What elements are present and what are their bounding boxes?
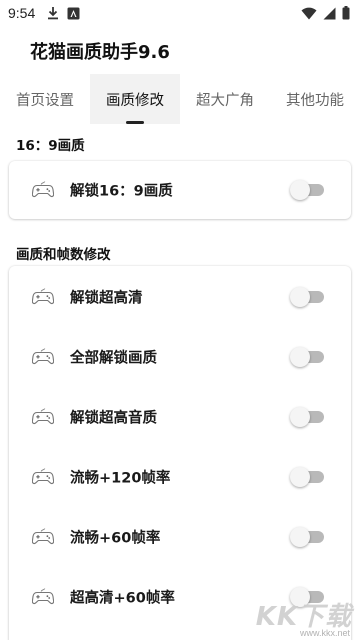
app-title: 花猫画质助手9.6 (30, 42, 170, 63)
gamepad-icon (31, 288, 55, 306)
switch-thumb (290, 407, 310, 427)
setting-label: 流畅+60帧率 (70, 530, 161, 547)
setting-row[interactable]: 解锁超高清 (9, 267, 351, 327)
setting-row[interactable]: 流畅+60帧率 (9, 507, 351, 567)
app-notification-icon (67, 7, 80, 20)
switch-thumb (290, 467, 310, 487)
switch-thumb (290, 527, 310, 547)
gamepad-icon (31, 408, 55, 426)
gamepad-icon (31, 528, 55, 546)
wifi-icon (301, 7, 317, 20)
setting-label: 超高清+60帧率 (70, 590, 175, 607)
tab-home-settings[interactable]: 首页设置 (0, 74, 90, 124)
settings-card-16-9: 解锁16：9画质 (9, 161, 351, 219)
setting-label: 解锁超高清 (70, 290, 143, 307)
watermark-url: www.kkx.net (299, 628, 350, 638)
switch-thumb (290, 347, 310, 367)
switch-thumb (290, 287, 310, 307)
tab-wide-angle[interactable]: 超大广角 (180, 74, 270, 124)
tab-other-functions[interactable]: 其他功能 (270, 74, 360, 124)
setting-row[interactable]: 流畅+120帧率 (9, 447, 351, 507)
section-title-16-9: 16：9画质 (16, 138, 85, 154)
setting-label: 流畅+120帧率 (70, 470, 171, 487)
status-time: 9:54 (8, 5, 36, 21)
download-icon (47, 6, 59, 20)
cellular-signal-icon (323, 7, 336, 20)
setting-label: 解锁16：9画质 (70, 183, 173, 200)
gamepad-icon (31, 181, 55, 199)
setting-row[interactable]: 全部解锁画质 (9, 327, 351, 387)
toggle-switch[interactable] (290, 527, 326, 547)
status-icons-right (301, 6, 350, 20)
toggle-switch[interactable] (290, 287, 326, 307)
battery-icon (342, 6, 350, 20)
toggle-switch[interactable] (290, 180, 326, 200)
tab-label: 其他功能 (286, 92, 344, 109)
tab-label: 超大广角 (196, 92, 254, 109)
gamepad-icon (31, 468, 55, 486)
setting-label: 全部解锁画质 (70, 350, 157, 367)
tab-quality-modify[interactable]: 画质修改 (90, 74, 180, 124)
setting-row[interactable]: 解锁16：9画质 (9, 160, 351, 220)
toggle-switch[interactable] (290, 467, 326, 487)
switch-thumb (290, 180, 310, 200)
section-title-quality-fps: 画质和帧数修改 (16, 247, 111, 263)
setting-label: 解锁超高音质 (70, 410, 157, 427)
setting-row[interactable]: 解锁超高音质 (9, 387, 351, 447)
toggle-switch[interactable] (290, 407, 326, 427)
toggle-switch[interactable] (290, 347, 326, 367)
settings-card-quality-fps: 解锁超高清 全部解锁画质 解锁超高音质 流畅+120帧率 流畅+60帧率 超高清 (9, 266, 351, 640)
tab-bar: 首页设置 画质修改 超大广角 其他功能 (0, 74, 360, 124)
status-bar: 9:54 (0, 0, 360, 26)
tab-label: 首页设置 (16, 92, 74, 109)
gamepad-icon (31, 588, 55, 606)
gamepad-icon (31, 348, 55, 366)
watermark-logo: KK下载 www.kkx.net (236, 596, 354, 638)
status-icons-left (47, 6, 80, 20)
tab-label: 画质修改 (106, 92, 164, 109)
